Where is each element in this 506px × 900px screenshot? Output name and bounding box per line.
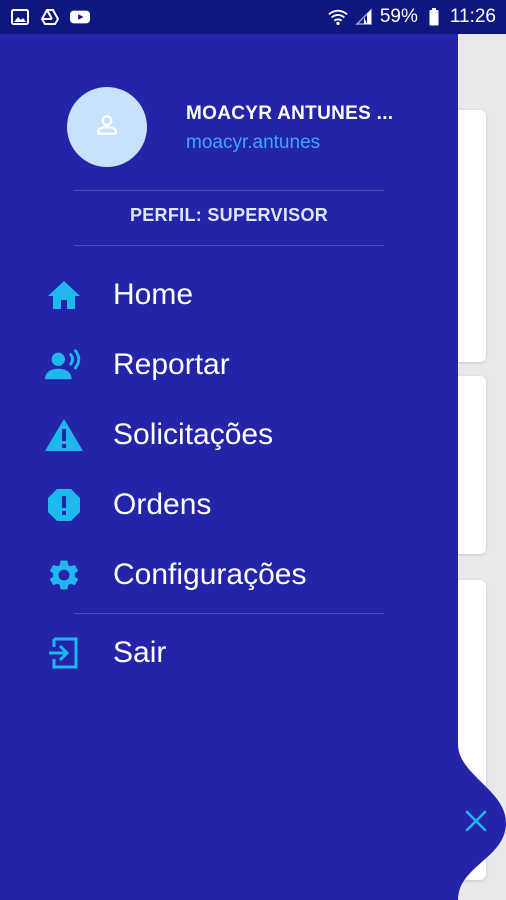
menu-item-label: Ordens xyxy=(113,488,212,521)
menu-item-sair[interactable]: Sair xyxy=(0,623,458,683)
menu-item-label: Home xyxy=(113,278,194,311)
user-name: MOACYR ANTUNES ... xyxy=(186,103,394,124)
divider xyxy=(74,245,384,246)
warning-icon xyxy=(44,415,84,455)
divider xyxy=(74,190,384,191)
user-icon xyxy=(94,112,120,142)
status-bar-right: 59% 11:26 xyxy=(328,6,496,28)
menu-item-configuracoes[interactable]: Configurações xyxy=(0,545,458,605)
menu-item-label: Configurações xyxy=(113,558,307,591)
drive-icon xyxy=(40,8,60,26)
status-bar-left xyxy=(10,8,90,26)
signal-icon xyxy=(354,8,374,26)
menu-item-label: Sair xyxy=(113,636,167,669)
menu-item-home[interactable]: Home xyxy=(0,265,458,325)
alert-octagon-icon xyxy=(44,485,84,525)
menu-item-label: Reportar xyxy=(113,348,230,381)
gear-icon xyxy=(44,555,84,595)
menu-item-label: Solicitações xyxy=(113,418,274,451)
profile-label: PERFIL: SUPERVISOR xyxy=(129,205,329,225)
close-icon xyxy=(465,810,487,836)
user-login: moacyr.antunes xyxy=(186,132,321,153)
home-icon xyxy=(44,275,84,315)
battery-icon xyxy=(424,8,444,26)
divider xyxy=(74,613,384,614)
close-drawer-button[interactable] xyxy=(458,803,494,843)
menu-item-solicitacoes[interactable]: Solicitações xyxy=(0,405,458,465)
clock: 11:26 xyxy=(449,6,496,27)
avatar[interactable] xyxy=(67,87,147,167)
report-voice-icon xyxy=(44,345,84,385)
menu-item-ordens[interactable]: Ordens xyxy=(0,475,458,535)
menu-item-reportar[interactable]: Reportar xyxy=(0,335,458,395)
exit-icon xyxy=(44,633,84,673)
image-icon xyxy=(10,8,30,26)
youtube-icon xyxy=(70,8,90,26)
status-bar: 59% 11:26 xyxy=(0,0,506,34)
battery-percent: 59% xyxy=(379,6,418,27)
wifi-icon xyxy=(328,8,348,26)
